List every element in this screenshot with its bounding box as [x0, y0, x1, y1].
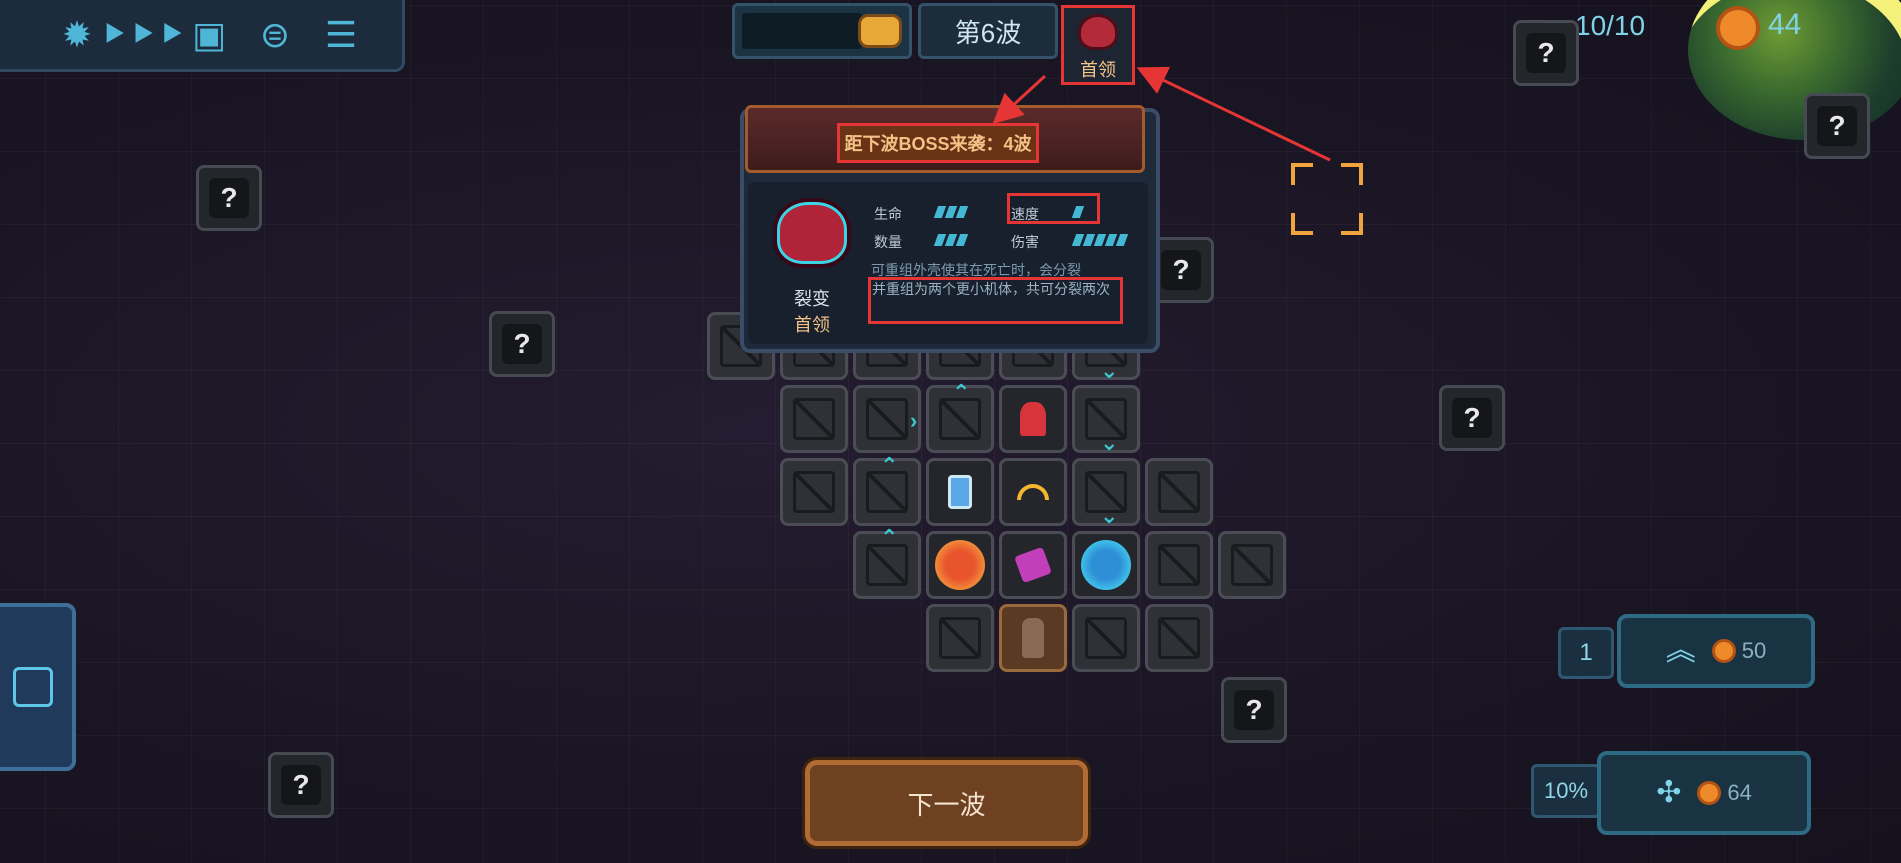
question-card-icon[interactable]: ▣: [187, 13, 231, 57]
top-toolbar: ✹ ⯈⯈⯈ ▣ ⊜ ☰: [0, 0, 405, 72]
orange-portal-icon: [935, 540, 985, 590]
wave-counter: 第6波: [918, 3, 1058, 59]
stat-label-count: 数量: [874, 234, 902, 250]
mystery-tile[interactable]: ?: [268, 752, 334, 818]
crosshair-icon: ✣: [1656, 776, 1682, 809]
board-tile[interactable]: [780, 385, 848, 453]
mystery-tile[interactable]: ?: [489, 311, 555, 377]
target-reticle-icon: [1291, 163, 1363, 235]
rocket-icon: [1020, 402, 1046, 436]
fast-forward-icon[interactable]: ⯈⯈⯈: [100, 13, 186, 57]
path-chevron-icon: ⌃: [880, 453, 899, 478]
enemy-wave-icon: [858, 14, 902, 48]
stat-label-damage: 伤害: [1011, 234, 1039, 250]
cannon-icon: [1022, 618, 1044, 658]
path-chevron-icon: ⌃: [952, 380, 971, 405]
path-chevron-icon: ›: [910, 408, 918, 433]
robot-icon: [948, 475, 972, 509]
build-button[interactable]: ✣ 64: [1597, 751, 1811, 835]
board-tile[interactable]: [1145, 604, 1213, 672]
coin-counter: 44: [1768, 8, 1802, 41]
question-icon: ?: [1161, 250, 1201, 290]
board-tile[interactable]: [1218, 531, 1286, 599]
boss-button[interactable]: 首领: [1061, 5, 1135, 85]
upgrade-cost: 50: [1711, 638, 1767, 664]
hp-counter: 10/10: [1575, 10, 1646, 41]
mystery-tile[interactable]: ?: [1513, 20, 1579, 86]
planet-icon[interactable]: ⊜: [253, 13, 297, 57]
coin-icon: [1697, 781, 1722, 805]
stat-bar-hp: [933, 206, 969, 218]
orange-portal[interactable]: [926, 531, 994, 599]
dome-icon: [1017, 484, 1049, 500]
question-icon: ?: [1817, 106, 1857, 146]
next-wave-button[interactable]: 下一波: [805, 760, 1088, 846]
coin-icon: [1711, 639, 1736, 663]
board-tile[interactable]: [1145, 458, 1213, 526]
upgrade-cost-value: 50: [1741, 638, 1767, 663]
blue-portal-icon: [1081, 540, 1131, 590]
gear-icon[interactable]: ✹: [55, 13, 99, 57]
double-chevron-up-icon: ︽: [1665, 634, 1696, 667]
mystery-tile[interactable]: ?: [196, 165, 262, 231]
question-icon: ?: [1526, 33, 1566, 73]
tower-dome[interactable]: [999, 458, 1067, 526]
tower-cannon[interactable]: [999, 604, 1067, 672]
question-icon: ?: [209, 178, 249, 218]
boss-portrait-icon: [773, 198, 851, 268]
board-tile[interactable]: [1072, 604, 1140, 672]
crystal-icon: [1014, 546, 1052, 584]
question-icon: ?: [502, 324, 542, 364]
speed-highlight-box: [1007, 193, 1100, 224]
tower-crystal[interactable]: [999, 531, 1067, 599]
path-chevron-icon: ⌄: [1100, 430, 1119, 455]
boss-tier: 首领: [794, 315, 830, 335]
blocks-icon: [13, 667, 53, 707]
list-icon[interactable]: ☰: [319, 13, 363, 57]
boss-name: 裂变: [794, 289, 830, 309]
side-panel-toggle[interactable]: [0, 603, 76, 771]
build-percent-badge: 10%: [1531, 764, 1601, 818]
board-tile[interactable]: [1145, 531, 1213, 599]
blue-portal[interactable]: [1072, 531, 1140, 599]
mystery-tile[interactable]: ?: [1804, 93, 1870, 159]
boss-description-line2: 并重组为两个更小机体，共可分裂两次: [872, 281, 1110, 297]
boss-button-label: 首领: [1080, 60, 1116, 80]
question-icon: ?: [1452, 398, 1492, 438]
board-tile[interactable]: [926, 604, 994, 672]
boss-icon: [1078, 14, 1118, 50]
mystery-tile[interactable]: ?: [1439, 385, 1505, 451]
build-cost: 64: [1697, 780, 1752, 806]
board-tile[interactable]: [780, 458, 848, 526]
build-cost-value: 64: [1727, 780, 1752, 805]
stat-bar-count: [933, 234, 969, 246]
path-chevron-icon: ⌄: [1100, 358, 1119, 383]
mystery-tile[interactable]: ?: [1221, 677, 1287, 743]
stat-label-hp: 生命: [874, 206, 902, 222]
path-chevron-icon: ⌄: [1100, 503, 1119, 528]
wave-progress-bar: [742, 13, 862, 49]
boss-countdown-title: 距下波BOSS来袭：4波: [837, 123, 1039, 163]
upgrade-button[interactable]: ︽ 50: [1617, 614, 1815, 688]
question-icon: ?: [281, 765, 321, 805]
question-icon: ?: [1234, 690, 1274, 730]
upgrade-level-badge: 1: [1558, 627, 1614, 679]
path-chevron-icon: ⌃: [880, 525, 899, 550]
tower-rocket[interactable]: [999, 385, 1067, 453]
stat-bar-damage: [1071, 234, 1129, 246]
coin-icon: [1716, 6, 1760, 50]
tower-robot[interactable]: [926, 458, 994, 526]
